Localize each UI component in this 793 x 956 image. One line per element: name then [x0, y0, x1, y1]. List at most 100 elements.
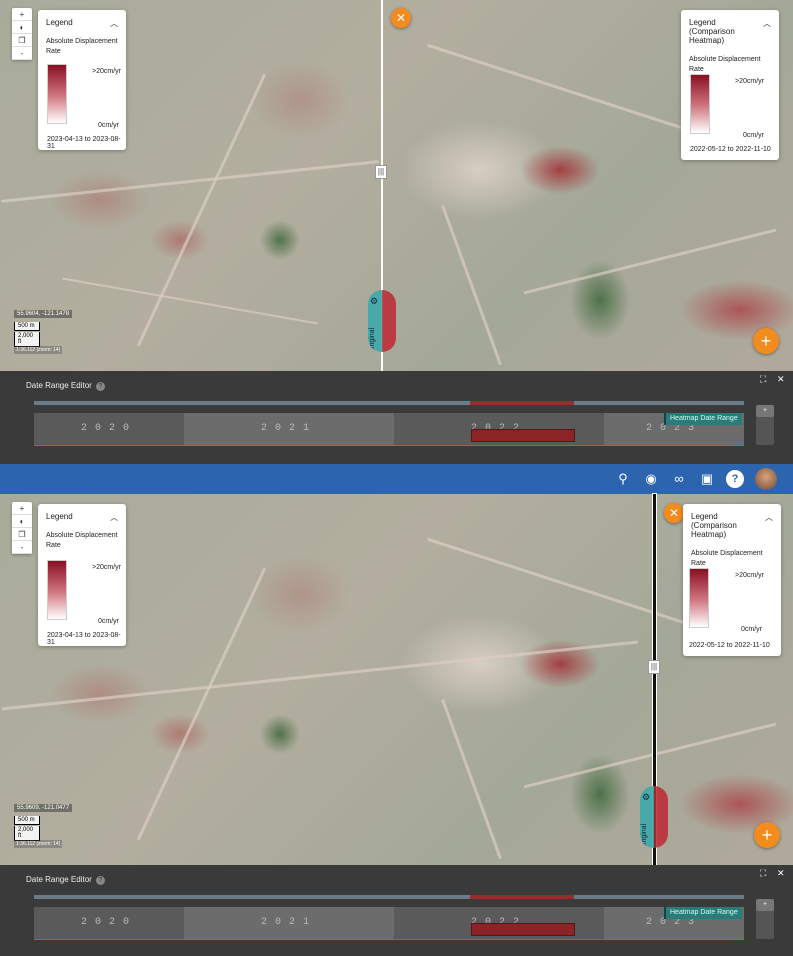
- help-icon[interactable]: ?: [95, 876, 105, 885]
- chevron-up-icon[interactable]: ︿: [110, 512, 118, 523]
- year-2021[interactable]: 2021: [184, 413, 394, 445]
- year-bands: 2020 2021 2022 2023: [34, 413, 744, 445]
- date-range-editor: Date Range Editor? ⛶ ✕ 2020 2021 2022 20…: [0, 865, 793, 956]
- legend-dates: 2023-04-13 to 2023-08-31: [47, 632, 121, 646]
- chevron-up-icon[interactable]: ︿: [763, 18, 771, 29]
- comparison-date-range[interactable]: [471, 923, 575, 936]
- swipe-handle[interactable]: |||: [375, 165, 387, 179]
- bookmark-icon[interactable]: ▣: [698, 470, 716, 488]
- legend-min: 0cm/yr: [98, 618, 119, 625]
- timeline-track-range: [470, 401, 574, 405]
- zoom-out-button[interactable]: -: [12, 47, 32, 60]
- legend-title-comparison: (Comparison Heatmap): [689, 27, 735, 45]
- expand-icon[interactable]: ⛶: [760, 374, 766, 385]
- timeline-baseline: [34, 939, 744, 940]
- close-comparison-button[interactable]: ✕: [664, 503, 684, 523]
- legend-title: Legend: [46, 18, 73, 27]
- gear-icon[interactable]: ⚙: [370, 296, 378, 307]
- mini-zoom-in[interactable]: +: [756, 405, 774, 417]
- legend-subtitle: Absolute Displacement Rate: [691, 550, 763, 567]
- date-range-editor-title: Date Range Editor?: [26, 381, 105, 391]
- legend-min: 0cm/yr: [741, 626, 762, 633]
- legend-gradient: [47, 64, 67, 124]
- close-comparison-button[interactable]: ✕: [391, 8, 411, 28]
- scale-ft: 2,000 ft: [14, 332, 40, 347]
- comparison-legend-panel: Legend (Comparison Heatmap) ︿ Absolute D…: [681, 10, 779, 160]
- zoom-in-button[interactable]: +: [12, 8, 32, 21]
- comparison-legend-panel: Legend (Comparison Heatmap) ︿ Absolute D…: [683, 504, 781, 656]
- zoom-out-button[interactable]: -: [12, 541, 32, 554]
- legend-subtitle: Absolute Displacement Rate: [46, 38, 118, 55]
- legend-dates: 2022-05-12 to 2022-11-10: [690, 146, 771, 153]
- scale-m: 500 m: [14, 322, 40, 331]
- legend-title: Legend: [691, 512, 718, 521]
- heatmap-date-range-label[interactable]: Heatmap Date Range: [664, 907, 742, 919]
- swipe-toggle-pill[interactable]: ⚙ Original: [640, 786, 668, 848]
- year-2021[interactable]: 2021: [184, 907, 394, 939]
- coordinates-readout: 55.9604, -121.1478: [14, 310, 73, 318]
- mini-zoom: +: [756, 899, 774, 939]
- layers-icon[interactable]: ❐: [12, 34, 32, 47]
- legend-subtitle: Absolute Displacement Rate: [689, 56, 761, 73]
- add-button[interactable]: +: [753, 328, 779, 354]
- legend-gradient: [690, 74, 710, 134]
- original-label: Original: [641, 823, 648, 848]
- swipe-handle[interactable]: |||: [648, 660, 660, 674]
- timeline-track-range: [470, 895, 574, 899]
- legend-min: 0cm/yr: [743, 132, 764, 139]
- legend-panel: Legend ︿ Absolute Displacement Rate >20c…: [38, 504, 126, 646]
- legend-title: Legend: [46, 512, 73, 521]
- avatar[interactable]: [755, 468, 777, 490]
- zoom-controls: + ◐ ❐ -: [12, 8, 32, 60]
- legend-title-comparison: (Comparison Heatmap): [691, 521, 737, 539]
- close-icon[interactable]: ✕: [777, 374, 785, 385]
- mini-zoom-in[interactable]: +: [756, 899, 774, 911]
- legend-dates: 2022-05-12 to 2022-11-10: [689, 642, 770, 649]
- date-range-editor: Date Range Editor? ⛶ ✕ 2020 2021 2022 20…: [0, 371, 793, 464]
- year-2020[interactable]: 2020: [34, 907, 184, 939]
- add-button[interactable]: +: [754, 822, 780, 848]
- link-icon[interactable]: ∞: [670, 470, 688, 488]
- original-label: Original: [369, 327, 376, 352]
- legend-max: >20cm/yr: [735, 78, 764, 85]
- mini-zoom: +: [756, 405, 774, 445]
- zoom-level-text: 1:36.112 (zoom: 14): [14, 840, 63, 848]
- gear-icon[interactable]: ⚙: [642, 792, 650, 803]
- legend-max: >20cm/yr: [735, 572, 764, 579]
- legend-max: >20cm/yr: [92, 564, 121, 571]
- search-icon[interactable]: ⚲: [614, 470, 632, 488]
- location-pin-icon[interactable]: ◉: [642, 470, 660, 488]
- legend-panel: Legend ︿ Absolute Displacement Rate >20c…: [38, 10, 126, 150]
- timeline-track[interactable]: [34, 895, 744, 899]
- legend-subtitle: Absolute Displacement Rate: [46, 532, 118, 549]
- zoom-in-button[interactable]: +: [12, 502, 32, 515]
- year-2020[interactable]: 2020: [34, 413, 184, 445]
- legend-dates: 2023-04-13 to 2023-08-31: [47, 136, 121, 150]
- layers-icon[interactable]: ❐: [12, 528, 32, 541]
- coordinates-readout: 55.9609, -121.0477: [14, 804, 73, 812]
- swipe-toggle-pill[interactable]: ⚙ Original: [368, 290, 396, 352]
- legend-min: 0cm/yr: [98, 122, 119, 129]
- chevron-up-icon[interactable]: ︿: [765, 512, 773, 523]
- timeline-baseline: [34, 445, 744, 446]
- globe-icon[interactable]: ◐: [12, 515, 32, 528]
- close-icon[interactable]: ✕: [777, 868, 785, 879]
- globe-icon[interactable]: ◐: [12, 21, 32, 34]
- zoom-controls: + ◐ ❐ -: [12, 502, 32, 554]
- chevron-up-icon[interactable]: ︿: [110, 18, 118, 29]
- map-panel-bottom: ||| + ◐ ❐ - Legend ︿ Absolute Displaceme…: [0, 494, 793, 865]
- help-icon[interactable]: ?: [95, 382, 105, 391]
- legend-gradient: [47, 560, 67, 620]
- legend-title: Legend: [689, 18, 716, 27]
- scale-m: 500 m: [14, 816, 40, 825]
- date-range-editor-title: Date Range Editor?: [26, 875, 105, 885]
- comparison-date-range[interactable]: [471, 429, 575, 442]
- zoom-level-text: 1:36.112 (zoom: 14): [14, 346, 63, 354]
- heatmap-date-range-label[interactable]: Heatmap Date Range: [664, 413, 742, 425]
- help-icon[interactable]: ?: [726, 470, 744, 488]
- expand-icon[interactable]: ⛶: [760, 868, 766, 879]
- app-toolbar: ⚲ ◉ ∞ ▣ ?: [0, 464, 793, 494]
- legend-gradient: [689, 568, 709, 628]
- year-bands: 2020 2021 2022 2023: [34, 907, 744, 939]
- timeline-track[interactable]: [34, 401, 744, 405]
